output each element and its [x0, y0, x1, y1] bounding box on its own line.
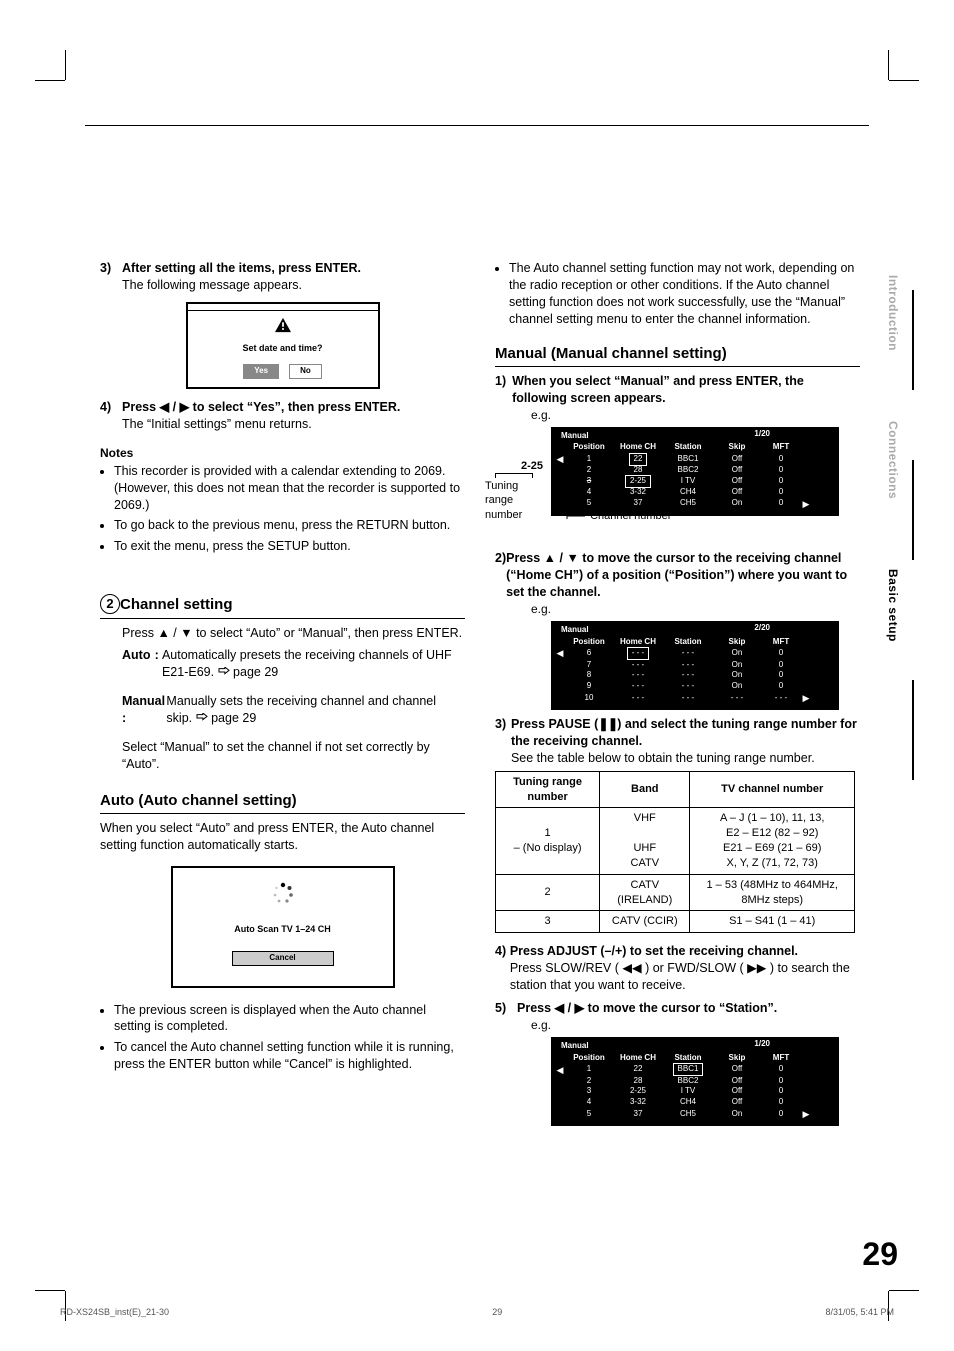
right-arrow-icon: ▶ [801, 498, 811, 510]
right-arrow-icon: ▶ [801, 1108, 811, 1120]
page-jump-icon [196, 711, 208, 725]
step-number: 3) [100, 260, 122, 294]
callout-225: 2-25 [485, 459, 543, 474]
fwd-icon: ▶▶ [747, 961, 766, 975]
crop-mark [35, 80, 65, 81]
dialog-yes-button[interactable]: Yes [243, 364, 279, 379]
set-date-time-dialog: Set date and time? Yes No [186, 302, 380, 389]
footer-page: 29 [492, 1307, 502, 1317]
step3r-body: See the table below to obtain the tuning… [511, 750, 860, 767]
auto-notes-list: The previous screen is displayed when th… [100, 1002, 465, 1074]
auto-scan-dialog: Auto Scan TV 1–24 CH Cancel [171, 866, 395, 988]
step-number: 4) [495, 943, 510, 994]
step2-title: Press ▲ / ▼ to move the cursor to the re… [506, 550, 860, 601]
header-rule [85, 125, 869, 126]
left-arrow-icon: ◀ [555, 1064, 565, 1076]
step4-body: The “Initial settings” menu returns. [122, 416, 400, 433]
page-jump-icon [218, 665, 230, 679]
step5-title: Press ◀ / ▶ to move the cursor to “Stati… [517, 1000, 777, 1017]
step-number: 5) [495, 1000, 517, 1017]
side-tick [912, 680, 914, 780]
side-tab-connections: Connections [886, 421, 900, 499]
notes-heading: Notes [100, 445, 465, 461]
callout-tuning-range: Tuning range number [485, 479, 547, 524]
rew-icon: ◀◀ [622, 961, 641, 975]
step4r-title: Press ADJUST (–/+) to set the receiving … [510, 943, 860, 960]
down-arrow-icon: ▼ [180, 626, 192, 640]
auto-warning-note: The Auto channel setting function may no… [509, 260, 860, 328]
crop-mark [35, 1290, 65, 1291]
auto-setting-heading: Auto (Auto channel setting) [100, 791, 465, 814]
page-number: 29 [862, 1236, 898, 1273]
pause-icon: ❚❚ [598, 717, 617, 731]
side-tabs: Introduction Connections Basic setup [886, 275, 902, 712]
step3-title: After setting all the items, press ENTER… [122, 260, 361, 277]
right-arrow-icon: ▶ [180, 400, 190, 414]
auto-label: Auto [122, 647, 155, 681]
footer-file: RD-XS24SB_inst(E)_21-30 [60, 1307, 169, 1317]
colon: : [155, 647, 162, 681]
step1-title: When you select “Manual” and press ENTER… [512, 373, 860, 407]
dialog-no-button[interactable]: No [289, 364, 322, 379]
step-number: 1) [495, 373, 512, 407]
step4-title: Press ◀ / ▶ to select “Yes”, then press … [122, 399, 400, 416]
right-arrow-icon: ▶ [801, 692, 811, 704]
left-column: 3) After setting all the items, press EN… [100, 260, 465, 1132]
note-item: To go back to the previous menu, press t… [114, 517, 465, 534]
example-label: e.g. [531, 1017, 860, 1033]
footer-timestamp: 8/31/05, 5:41 PM [825, 1307, 894, 1317]
dialog-message: Set date and time? [188, 338, 378, 364]
auto-description: Automatically presets the receiving chan… [162, 647, 465, 681]
auto-setting-body: When you select “Auto” and press ENTER, … [100, 820, 465, 854]
spinner-icon [173, 882, 393, 909]
manual-setting-heading: Manual (Manual channel setting) [495, 344, 860, 367]
left-arrow-icon: ◀ [555, 1001, 565, 1015]
right-arrow-icon: ▶ [575, 1001, 585, 1015]
step3r-title: Press PAUSE (❚❚) and select the tuning r… [511, 716, 860, 750]
channel-setting-body: Press ▲ / ▼ to select “Auto” or “Manual”… [122, 625, 465, 642]
left-arrow-icon: ◀ [555, 647, 565, 659]
footer: RD-XS24SB_inst(E)_21-30 29 8/31/05, 5:41… [60, 1307, 894, 1317]
step-number: 2) [495, 550, 506, 601]
side-tick [912, 460, 914, 560]
left-arrow-icon: ◀ [160, 400, 170, 414]
osd-manual-table-2: Manual2/20 PositionHome CHStationSkipMFT… [551, 621, 839, 710]
example-label: e.g. [531, 601, 860, 617]
side-tab-introduction: Introduction [886, 275, 900, 351]
side-tick [912, 290, 914, 390]
step-number: 4) [100, 399, 122, 433]
callout-channel-number: Channel number [590, 510, 671, 522]
channel-setting-heading: 2Channel setting [100, 595, 465, 618]
step4r-body: Press SLOW/REV ( ◀◀ ) or FWD/SLOW ( ▶▶ )… [510, 960, 860, 994]
manual-description: Manually sets the receiving channel and … [166, 693, 465, 727]
tuning-range-table: Tuning range number Band TV channel numb… [495, 771, 855, 934]
step-number: 3) [495, 716, 511, 767]
auto-scan-label: Auto Scan TV 1–24 CH [173, 923, 393, 935]
page-content: 3) After setting all the items, press EN… [100, 260, 860, 1132]
osd-manual-table-1: Manual1/20 Position Home CH Station Skip… [551, 427, 839, 516]
crop-mark [65, 50, 66, 80]
note-item: The previous screen is displayed when th… [114, 1002, 465, 1036]
note-item: This recorder is provided with a calenda… [114, 463, 465, 514]
side-tab-basic-setup: Basic setup [886, 569, 900, 642]
select-manual-text: Select “Manual” to set the channel if no… [122, 739, 465, 773]
left-arrow-icon: ◀ [555, 453, 565, 465]
step3-body: The following message appears. [122, 277, 361, 294]
auto-scan-cancel-button[interactable]: Cancel [232, 951, 334, 966]
up-arrow-icon: ▲ [157, 626, 169, 640]
crop-mark [889, 1290, 919, 1291]
right-column: The Auto channel setting function may no… [495, 260, 860, 1132]
note-item: To cancel the Auto channel setting funct… [114, 1039, 465, 1073]
warning-icon [188, 311, 378, 338]
note-item: To exit the menu, press the SETUP button… [114, 538, 465, 555]
circled-number-icon: 2 [100, 594, 120, 614]
manual-label: Manual : [122, 693, 166, 727]
osd-manual-table-3: Manual1/20 PositionHome CHStationSkipMFT… [551, 1037, 839, 1126]
down-arrow-icon: ▼ [566, 551, 578, 565]
crop-mark [888, 50, 889, 80]
notes-list: This recorder is provided with a calenda… [100, 463, 465, 555]
example-label: e.g. [531, 407, 860, 423]
crop-mark [889, 80, 919, 81]
up-arrow-icon: ▲ [544, 551, 556, 565]
